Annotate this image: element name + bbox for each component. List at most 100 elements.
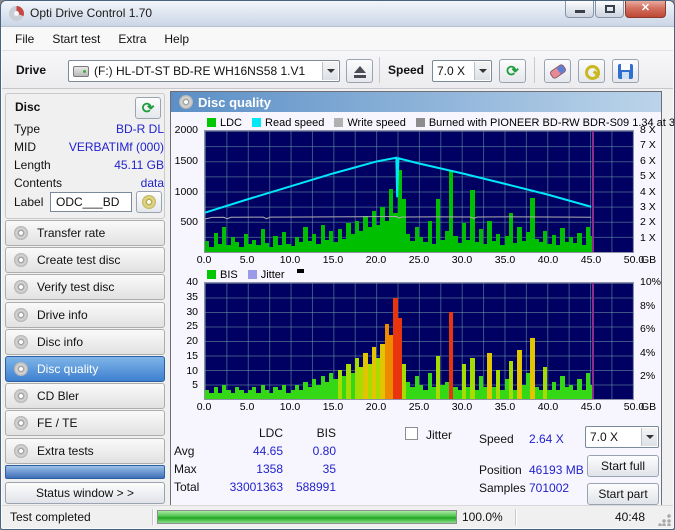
drive-select-arrow[interactable] [322,62,338,80]
disc-mid-label: MID [14,140,36,154]
cd-icon [14,389,28,403]
sidebar-collapsed-strip[interactable] [5,465,165,479]
status-window-button[interactable]: Status window > > [5,482,165,504]
eject-button[interactable] [346,59,373,83]
x-tick-label: 40.0 [538,254,558,266]
speed-select[interactable]: 7.0 X [432,60,492,82]
y-tick-label: 6% [640,323,655,335]
disc-refresh-button[interactable]: ⟳ [135,97,161,119]
start-full-label: Start full [601,459,645,473]
menu-file[interactable]: File [6,28,43,50]
start-full-button[interactable]: Start full [587,455,659,477]
sidebar-item-create-test-disc[interactable]: Create test disc [5,247,165,273]
chart2-left-axis: 403530252015105 [171,282,201,400]
save-icon [618,64,633,79]
progress-bar [157,510,457,524]
disc-type-row: Type BD-R DL [14,122,164,138]
cd-icon [14,362,28,376]
sidebar-item-disc-quality[interactable]: Disc quality [5,356,165,382]
sidebar-item-label: Extra tests [37,444,94,458]
progress-percent: 100.0% [462,510,503,524]
disc-panel: Disc ⟳ Type BD-R DL MID VERBATIMf (000) … [5,93,165,219]
cd-icon [14,253,28,267]
chart2-legend: BISJitter [207,268,304,281]
license-button[interactable] [578,59,605,83]
speed-select-arrow[interactable] [474,62,490,80]
title-bar[interactable]: Opti Drive Control 1.70 ✕ [1,1,674,27]
cd-icon [14,280,28,294]
disc-label-label: Label [14,195,43,209]
menu-start-test[interactable]: Start test [43,28,109,50]
disc-mid-row: MID VERBATIMf (000) [14,140,164,156]
y-tick-label: 40 [186,276,198,288]
speed-result-label: Speed [479,432,514,446]
save-button[interactable] [612,59,639,83]
sidebar-item-drive-info[interactable]: Drive info [5,302,165,328]
legend-item: Jitter [248,269,285,281]
start-part-button[interactable]: Start part [587,483,659,505]
elapsed-time: 40:48 [615,510,645,524]
maximize-button[interactable] [595,1,624,18]
y-tick-label: 20 [186,335,198,347]
bis-column-header: BIS [276,426,336,440]
chart1-right-axis: 8 X7 X6 X5 X4 X3 X2 X1 X [637,130,661,253]
x-tick-label: 10.0 [280,254,300,266]
y-tick-label: 4 X [640,186,656,198]
drive-icon [73,66,89,77]
y-tick-label: 1 X [640,232,656,244]
drive-select[interactable]: (F:) HL-DT-ST BD-RE WH16NS58 1.V1 [68,60,340,82]
avg-bis-value: 0.80 [276,444,336,458]
avg-ldc-value: 44.65 [213,444,283,458]
y-tick-label: 2% [640,370,655,382]
legend-item: Write speed [334,117,406,129]
legend-item: Read speed [252,117,324,129]
speed-result-value: 2.64 X [529,432,564,446]
app-window: Opti Drive Control 1.70 ✕ FileStart test… [0,0,675,530]
disc-label-input[interactable]: ODC___BD [50,192,132,212]
x-axis-unit: GB [641,401,656,413]
erase-disc-button[interactable] [544,59,571,83]
sidebar-item-verify-test-disc[interactable]: Verify test disc [5,274,165,300]
app-icon [9,6,24,21]
x-tick-label: 20.0 [366,254,386,266]
test-speed-select[interactable]: 7.0 X [585,426,659,448]
sidebar-item-fe-te[interactable]: FE / TE [5,410,165,436]
speed-label: Speed [388,63,424,77]
refresh-icon: ⟳ [142,101,155,116]
bis-jitter-chart: BISJitter 403530252015105 10%8%6%4%2% 0.… [171,268,661,413]
sidebar-item-transfer-rate[interactable]: Transfer rate [5,220,165,246]
sidebar-item-cd-bler[interactable]: CD Bler [5,383,165,409]
legend-swatch [334,118,343,127]
chart1-end-marker [592,131,594,252]
jitter-checkbox-label: Jitter [426,428,452,442]
menu-extra[interactable]: Extra [109,28,155,50]
resize-grip[interactable] [658,513,671,526]
status-window-label: Status window > > [36,486,134,500]
close-button[interactable]: ✕ [625,1,666,18]
refresh-button[interactable]: ⟳ [499,59,526,83]
x-tick-label: 45.0 [581,401,601,413]
disc-contents-row: Contents data [14,176,164,192]
cd-icon [14,308,28,322]
progress-fill [158,511,456,523]
sidebar-item-label: Drive info [37,308,88,322]
sidebar-item-extra-tests[interactable]: Extra tests [5,438,165,464]
disc-label-button[interactable] [136,191,162,213]
total-bis-value: 588991 [276,480,336,494]
y-tick-label: 6 X [640,155,656,167]
minimize-button[interactable] [565,1,594,18]
x-tick-label: 0.0 [197,401,212,413]
legend-swatch [248,270,257,279]
max-bis-value: 35 [276,462,336,476]
disc-mid-value: VERBATIMf (000) [69,140,164,154]
eject-icon [354,66,366,73]
x-tick-label: 25.0 [409,401,429,413]
menu-help[interactable]: Help [155,28,198,50]
y-tick-label: 3 X [640,201,656,213]
legend-item: Burned with PIONEER BD-RW BDR-S09 1.34 a… [416,117,675,129]
y-tick-label: 15 [186,350,198,362]
sidebar-item-disc-info[interactable]: Disc info [5,329,165,355]
test-speed-arrow[interactable] [641,428,657,446]
disc-label-value: ODC___BD [56,195,119,209]
jitter-checkbox[interactable] [405,427,418,440]
